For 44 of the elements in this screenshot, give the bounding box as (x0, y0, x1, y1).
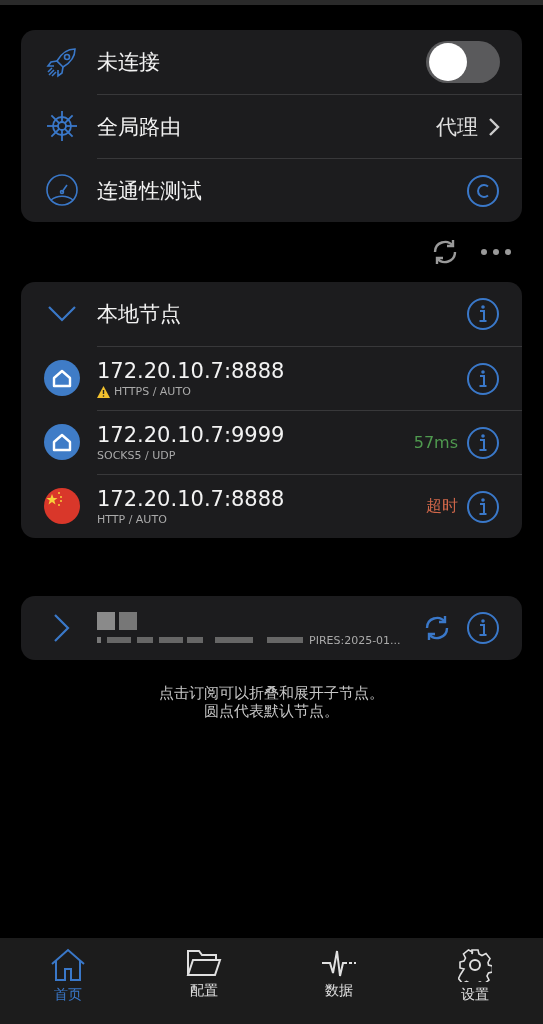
node-address[interactable]: 172.20.10.7:8888 (97, 487, 426, 511)
node-latency: 57ms (413, 433, 458, 452)
settings-icon (458, 948, 493, 982)
speedometer-icon (45, 173, 79, 207)
house-icon (44, 360, 80, 396)
connection-label: 未连接 (97, 49, 161, 76)
blurred-name (97, 609, 139, 632)
info-icon[interactable] (466, 611, 500, 645)
chevron-down-icon[interactable] (47, 305, 77, 323)
node-latency: 超时 (426, 496, 458, 517)
info-icon[interactable] (466, 361, 500, 396)
connection-toggle[interactable] (426, 41, 500, 83)
routing-label: 全局路由 (97, 113, 182, 141)
connectivity-test-label[interactable]: 连通性测试 (97, 176, 466, 205)
c-circle-icon[interactable] (466, 173, 500, 208)
node-protocol: HTTP / AUTO (97, 513, 167, 526)
pulse-icon (321, 948, 358, 978)
rocket-icon (45, 45, 79, 79)
tab[interactable]: 首页 (0, 938, 136, 1024)
house-icon (49, 948, 86, 982)
subscription-detail: PIRES:2025-01... (309, 633, 401, 647)
node-address[interactable]: 172.20.10.7:8888 (97, 359, 466, 383)
hint-text: 圆点代表默认节点。 (204, 702, 339, 720)
info-icon[interactable] (466, 297, 500, 331)
group-title[interactable]: 本地节点 (97, 300, 466, 328)
chevron-right-icon[interactable] (53, 613, 71, 643)
flag-icon (44, 488, 80, 524)
tab[interactable]: 配置 (135, 938, 272, 1024)
node-protocol: SOCKS5 / UDP (97, 449, 176, 462)
node-address[interactable]: 172.20.10.7:9999 (97, 423, 414, 447)
tab[interactable]: 设置 (407, 938, 543, 1024)
subscription-card[interactable]: PIRES:2025-01... (21, 596, 522, 660)
info-icon[interactable] (466, 489, 500, 524)
hint-text: 点击订阅可以折叠和展开子节点。 (159, 684, 384, 702)
tab[interactable]: 数据 (271, 938, 408, 1024)
warning-icon (97, 385, 110, 398)
more-icon[interactable] (480, 248, 512, 256)
house-icon (44, 424, 80, 460)
info-icon[interactable] (466, 425, 500, 460)
ship-wheel-icon (45, 109, 79, 143)
routing-value[interactable]: 代理 (436, 112, 478, 141)
folder-icon (185, 948, 222, 978)
node-protocol: HTTPS / AUTO (114, 385, 191, 398)
chevron-right-icon (488, 116, 500, 137)
